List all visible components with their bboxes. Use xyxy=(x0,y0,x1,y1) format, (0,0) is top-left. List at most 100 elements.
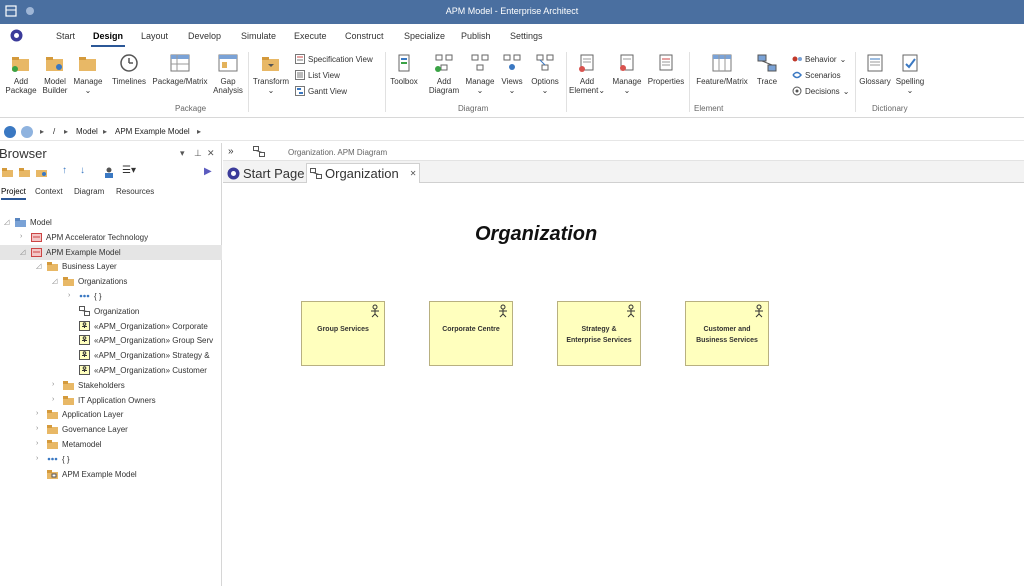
timelines-button[interactable]: Timelines xyxy=(110,52,148,86)
pin-icon[interactable]: ⊥ xyxy=(194,148,202,159)
user-icon[interactable] xyxy=(103,167,115,178)
tree-item[interactable]: ◿ Business Layer xyxy=(0,259,222,274)
decisions-button[interactable]: Decisions ⌄ xyxy=(792,86,849,96)
tree-item[interactable]: › Governance Layer xyxy=(0,422,222,437)
close-icon[interactable]: ✕ xyxy=(207,148,215,159)
model-builder-button[interactable]: Model Builder xyxy=(40,52,70,95)
package-matrix-button[interactable]: Package/Matrix xyxy=(150,52,210,86)
tab-settings[interactable]: Settings xyxy=(510,31,543,41)
collapsed-twisty-icon[interactable]: › xyxy=(36,425,38,432)
add-element-button[interactable]: Add Element⌄ xyxy=(569,52,605,95)
tree-item[interactable]: «APM_Organization» Strategy & xyxy=(0,348,222,363)
tree-item[interactable]: › Metamodel xyxy=(0,437,222,452)
tab-publish[interactable]: Publish xyxy=(461,31,491,41)
list-view-button[interactable]: List View xyxy=(295,70,340,80)
matrix-icon xyxy=(170,54,190,72)
collapsed-twisty-icon[interactable]: › xyxy=(20,233,22,240)
tree-item[interactable]: ◿ APM Example Model xyxy=(0,244,222,260)
move-down-icon[interactable]: ↓ xyxy=(80,165,92,176)
tree-item[interactable]: › { } xyxy=(0,452,222,467)
element-manage-button[interactable]: Manage ⌄ xyxy=(610,52,644,95)
tree-item[interactable]: ◿ Organizations xyxy=(0,274,222,289)
org-element-group-services[interactable]: Group Services xyxy=(301,301,385,366)
chevron-down-icon[interactable]: ▾ xyxy=(180,148,185,159)
tree-item[interactable]: APM Example Model xyxy=(0,467,222,482)
ea-logo-icon[interactable] xyxy=(10,29,23,42)
collapsed-twisty-icon[interactable]: › xyxy=(36,455,38,462)
double-chevron-icon[interactable]: » xyxy=(228,146,234,157)
tree-item[interactable]: Organization xyxy=(0,304,222,319)
forward-icon[interactable] xyxy=(21,126,33,138)
tree-item[interactable]: › Stakeholders xyxy=(0,378,222,393)
play-icon[interactable]: ▶ xyxy=(204,166,216,177)
tab-resources[interactable]: Resources xyxy=(116,187,154,196)
tree-item[interactable]: «APM_Organization» Group Serv xyxy=(0,333,222,348)
package-manage-button[interactable]: Manage ⌄ xyxy=(72,52,104,95)
tab-design[interactable]: Design xyxy=(90,31,126,47)
expanded-twisty-icon[interactable]: ◿ xyxy=(20,248,25,256)
new-folder-icon[interactable] xyxy=(19,167,31,178)
feature-matrix-button[interactable]: Feature/Matrix xyxy=(692,52,752,86)
org-element-customer-business-services[interactable]: Customer and Business Services xyxy=(685,301,769,366)
behavior-button[interactable]: Behavior ⌄ xyxy=(792,54,846,64)
tab-specialize[interactable]: Specialize xyxy=(404,31,445,41)
tab-context[interactable]: Context xyxy=(35,187,63,196)
tab-organization[interactable]: Organization ✕ xyxy=(306,163,421,183)
transform-button[interactable]: Transform ⌄ xyxy=(251,52,291,95)
add-diagram-button[interactable]: Add Diagram xyxy=(427,52,461,95)
diagram-icon[interactable] xyxy=(253,146,265,157)
options-button[interactable]: Options ⌄ xyxy=(528,52,562,95)
glossary-button[interactable]: Glossary xyxy=(858,52,892,86)
toolbox-button[interactable]: Toolbox xyxy=(387,52,421,86)
back-icon[interactable] xyxy=(4,126,16,138)
tree-item[interactable]: › APM Accelerator Technology xyxy=(0,230,222,245)
collapsed-twisty-icon[interactable]: › xyxy=(36,440,38,447)
close-tab-icon[interactable]: ✕ xyxy=(410,169,417,178)
spelling-button[interactable]: Spelling ⌄ xyxy=(893,52,927,95)
tree-item[interactable]: › IT Application Owners xyxy=(0,393,222,408)
collapsed-twisty-icon[interactable]: › xyxy=(36,410,38,417)
crumb-root[interactable]: / xyxy=(53,127,55,136)
tab-layout[interactable]: Layout xyxy=(141,31,168,41)
expanded-twisty-icon[interactable]: ◿ xyxy=(4,218,9,226)
tab-start[interactable]: Start xyxy=(56,31,75,41)
tab-construct[interactable]: Construct xyxy=(345,31,384,41)
diagram-manage-button[interactable]: Manage ⌄ xyxy=(463,52,497,95)
org-element-strategy-enterprise-services[interactable]: Strategy & Enterprise Services xyxy=(557,301,641,366)
gap-analysis-button[interactable]: Gap Analysis xyxy=(212,52,244,95)
tree-item[interactable]: › { } xyxy=(0,289,222,304)
tree-item[interactable]: «APM_Organization» Customer xyxy=(0,363,222,378)
tree-item-label: { } xyxy=(94,292,102,301)
crumb-model[interactable]: Model xyxy=(76,127,98,136)
tab-simulate[interactable]: Simulate xyxy=(241,31,276,41)
new-package-icon[interactable] xyxy=(2,167,14,178)
address-bar: ▸ / ▸ Model ▸ APM Example Model ▸ xyxy=(0,123,1024,141)
tab-project[interactable]: Project xyxy=(1,187,26,200)
tree-item[interactable]: › Application Layer xyxy=(0,407,222,422)
collapsed-twisty-icon[interactable]: › xyxy=(52,381,54,388)
gantt-view-button[interactable]: Gantt View xyxy=(295,86,347,96)
add-package-button[interactable]: Add Package xyxy=(5,52,37,95)
collapsed-twisty-icon[interactable]: › xyxy=(52,396,54,403)
move-up-icon[interactable]: ↑ xyxy=(62,165,74,176)
expanded-twisty-icon[interactable]: ◿ xyxy=(36,262,41,270)
crumb-apm-example-model[interactable]: APM Example Model xyxy=(115,127,190,136)
trace-button[interactable]: Trace xyxy=(754,52,780,86)
actor-element-icon xyxy=(79,320,90,331)
specification-view-button[interactable]: Specification View xyxy=(295,54,373,64)
tab-diagram[interactable]: Diagram xyxy=(74,187,104,196)
tree-item[interactable]: «APM_Organization» Corporate xyxy=(0,319,222,334)
new-diagram-icon[interactable] xyxy=(36,167,48,178)
tree-item[interactable]: ◿ Model xyxy=(0,215,222,230)
diagram-canvas[interactable]: Organization Group Services Corporate Ce… xyxy=(223,183,1024,586)
tab-start-page[interactable]: Start Page xyxy=(224,163,307,183)
scenarios-button[interactable]: Scenarios xyxy=(792,70,841,80)
properties-button[interactable]: Properties xyxy=(646,52,686,86)
tab-develop[interactable]: Develop xyxy=(188,31,221,41)
menu-icon[interactable]: ☰▾ xyxy=(122,165,144,176)
views-button[interactable]: Views ⌄ xyxy=(498,52,526,95)
collapsed-twisty-icon[interactable]: › xyxy=(68,292,70,299)
expanded-twisty-icon[interactable]: ◿ xyxy=(52,277,57,285)
org-element-corporate-centre[interactable]: Corporate Centre xyxy=(429,301,513,366)
tab-execute[interactable]: Execute xyxy=(294,31,327,41)
